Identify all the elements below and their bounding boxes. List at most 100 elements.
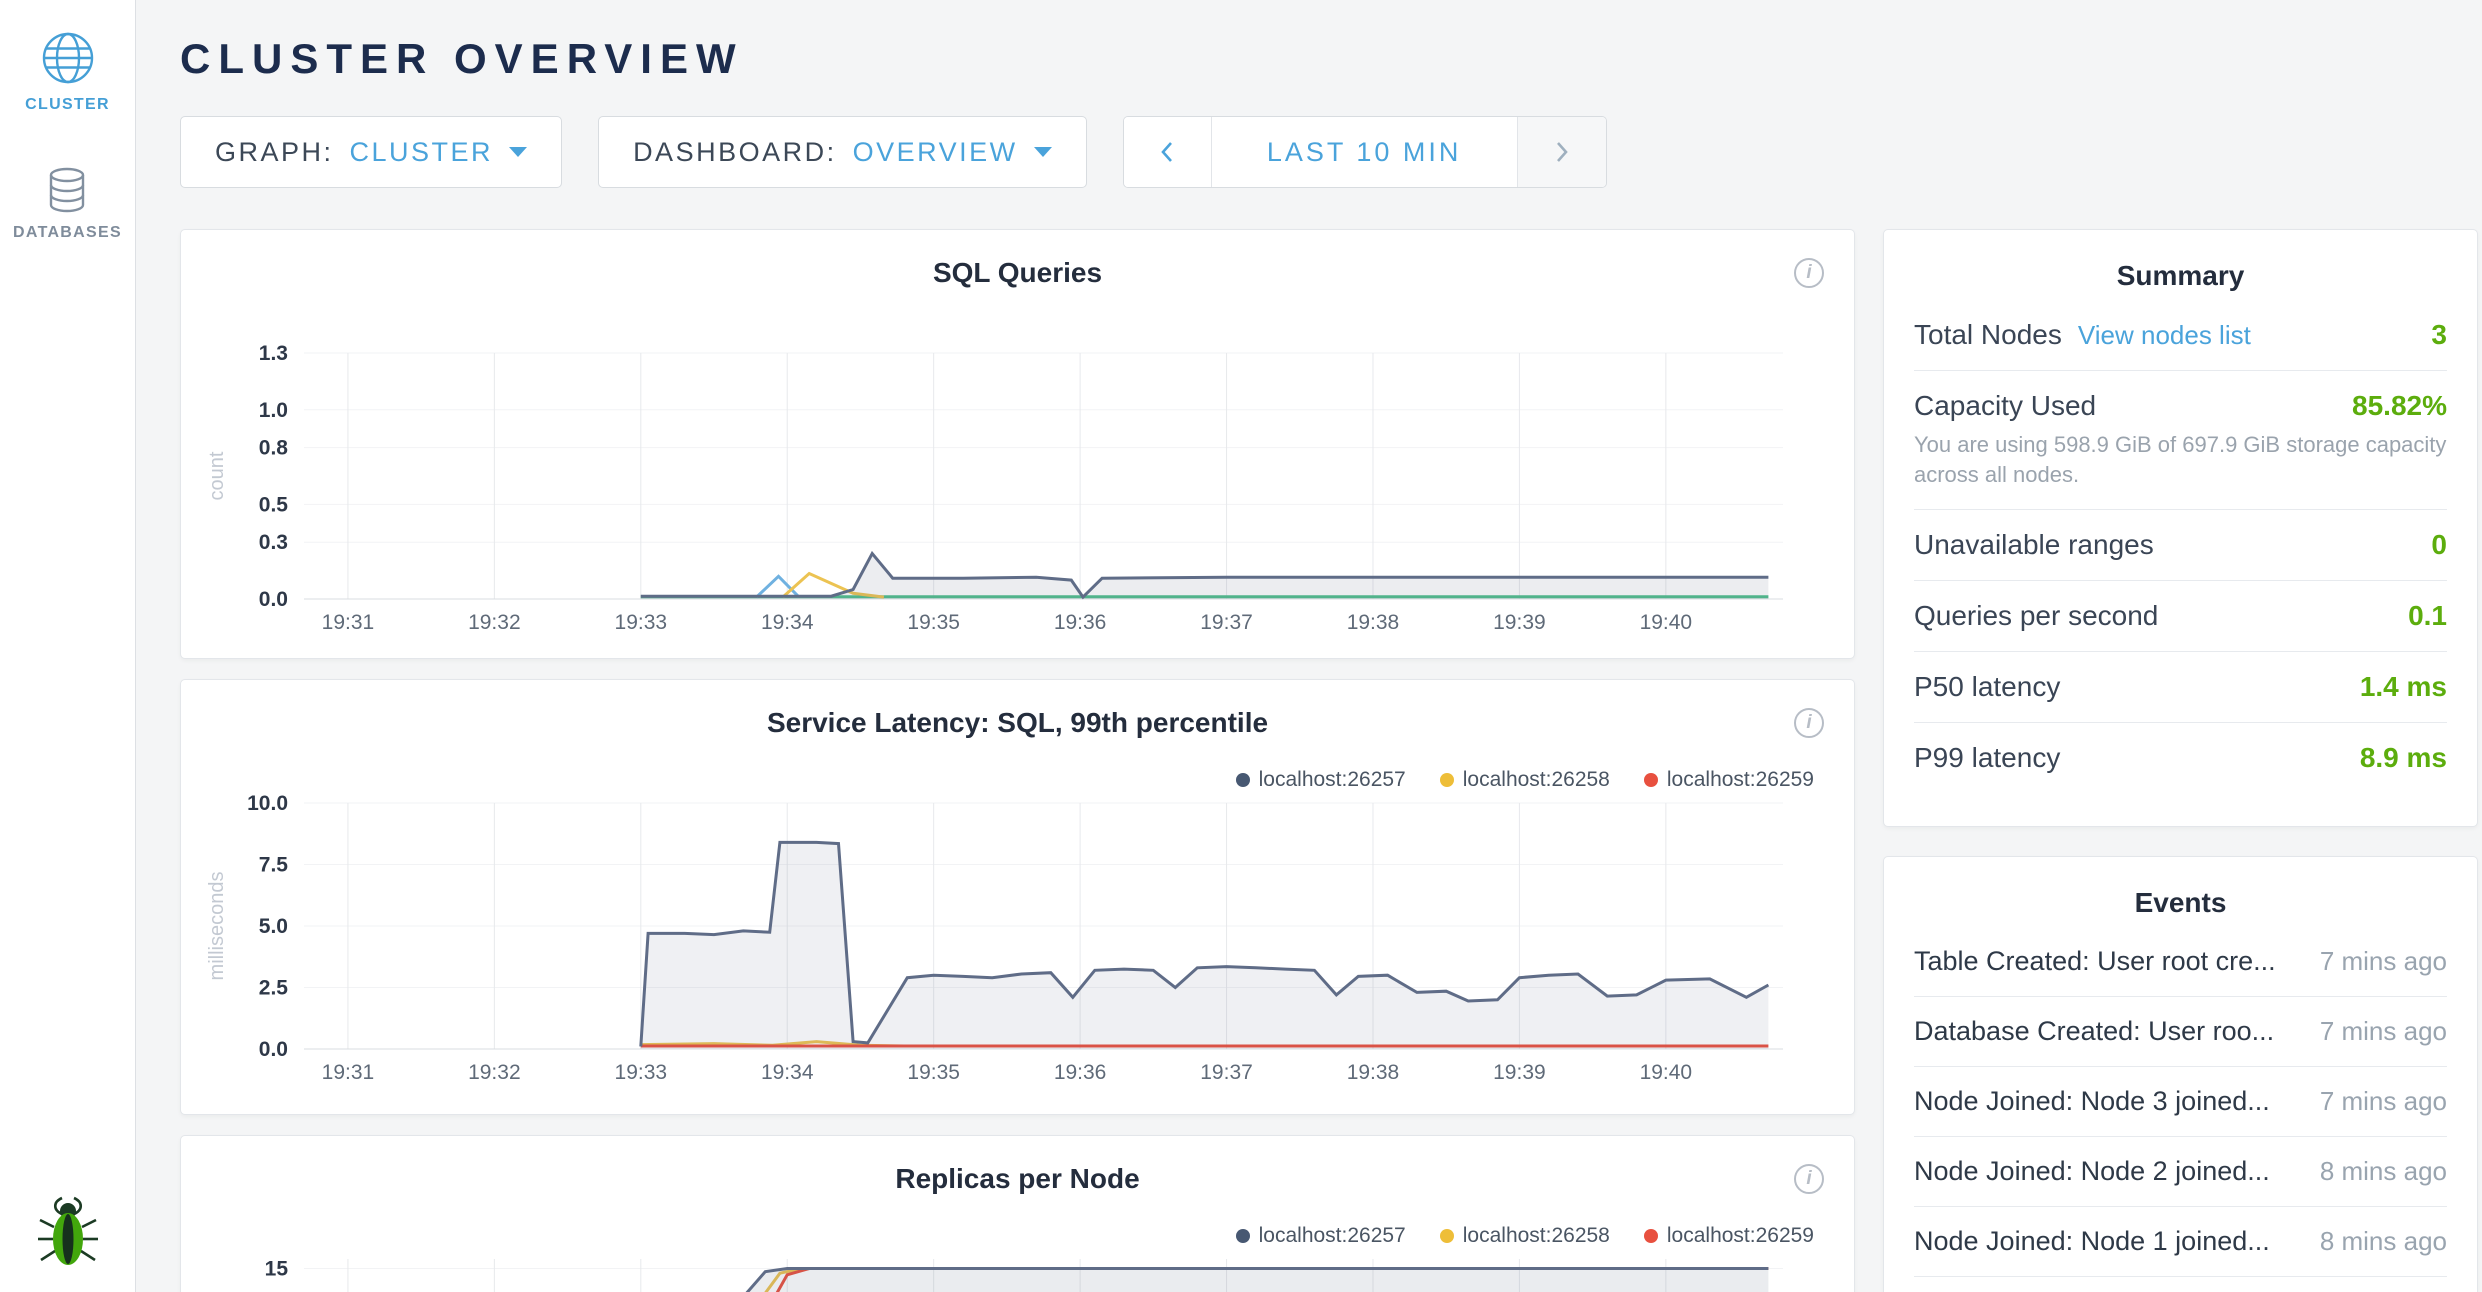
charts-column: SQL Queries i 0.00.30.50.81.01.319:3119:… xyxy=(180,229,1855,1292)
x-tick-label: 19:32 xyxy=(468,1061,521,1082)
x-tick-label: 19:38 xyxy=(1347,611,1400,632)
y-tick-label: 0.0 xyxy=(259,588,288,611)
sidebar-item-label: CLUSTER xyxy=(25,96,110,114)
sidebar-item-label: DATABASES xyxy=(13,224,122,242)
event-time: 8 mins ago xyxy=(2320,1156,2447,1187)
sidebar-item-cluster[interactable]: CLUSTER xyxy=(25,30,110,114)
y-axis-title: milliseconds xyxy=(206,872,228,981)
legend-dot-icon xyxy=(1236,773,1250,787)
event-row: Node Joined: Node 3 joined... 7 mins ago xyxy=(1914,1067,2447,1137)
legend-item: localhost:26257 xyxy=(1236,1224,1406,1248)
page-title: CLUSTER OVERVIEW xyxy=(180,35,2482,83)
chevron-left-icon xyxy=(1159,140,1175,164)
dashboard-content: SQL Queries i 0.00.30.50.81.01.319:3119:… xyxy=(180,229,2482,1292)
chart-legend: localhost:26257 localhost:26258 localhost:… xyxy=(1236,1224,1814,1248)
x-tick-label: 19:34 xyxy=(761,1061,814,1082)
service-latency-chart-card: Service Latency: SQL, 99th percentile i … xyxy=(180,679,1855,1115)
y-tick-label: 0.3 xyxy=(259,531,288,554)
time-range-widget: LAST 10 MIN xyxy=(1123,116,1607,188)
sidebar: CLUSTER DATABASES xyxy=(0,0,136,1292)
y-tick-label: 7.5 xyxy=(259,854,289,877)
y-tick-label: 15 xyxy=(265,1257,289,1280)
chevron-down-icon xyxy=(509,147,527,158)
series-area xyxy=(641,1269,1769,1292)
chevron-right-icon xyxy=(1554,140,1570,164)
y-tick-label: 0.8 xyxy=(259,437,289,460)
app-root: CLUSTER DATABASES xyxy=(0,0,2482,1292)
chart-title: SQL Queries xyxy=(203,256,1832,290)
event-text: Table Created: User root cre... xyxy=(1914,946,2276,977)
x-tick-label: 19:35 xyxy=(907,611,960,632)
summary-row-capacity-used: Capacity Used 85.82% You are using 598.9… xyxy=(1914,371,2447,510)
chevron-down-icon xyxy=(1034,147,1052,158)
time-prev-button[interactable] xyxy=(1124,117,1212,187)
view-nodes-list-link[interactable]: View nodes list xyxy=(2078,320,2251,351)
event-time: 7 mins ago xyxy=(2320,946,2447,977)
legend-item: localhost:26258 xyxy=(1440,1224,1610,1248)
x-tick-label: 19:37 xyxy=(1200,611,1253,632)
event-text: Node Joined: Node 2 joined... xyxy=(1914,1156,2270,1187)
globe-icon xyxy=(40,30,96,86)
legend-dot-icon xyxy=(1644,773,1658,787)
summary-label: Capacity Used xyxy=(1914,390,2096,422)
chart-title: Replicas per Node xyxy=(203,1162,1832,1196)
event-row: Database Created: User roo... 7 mins ago xyxy=(1914,997,2447,1067)
y-tick-label: 2.5 xyxy=(259,977,289,1000)
info-icon[interactable]: i xyxy=(1794,1164,1824,1194)
legend-dot-icon xyxy=(1644,1229,1658,1243)
cockroachdb-logo[interactable] xyxy=(36,1193,100,1274)
summary-value: 1.4 ms xyxy=(2360,671,2447,703)
summary-label: Unavailable ranges xyxy=(1914,529,2154,561)
events-title: Events xyxy=(1914,887,2447,919)
legend-item: localhost:26257 xyxy=(1236,768,1406,792)
event-time: 7 mins ago xyxy=(2320,1016,2447,1047)
dashboard-dropdown-value: OVERVIEW xyxy=(853,137,1018,168)
x-tick-label: 19:39 xyxy=(1493,1061,1546,1082)
legend-dot-icon xyxy=(1440,1229,1454,1243)
time-next-button[interactable] xyxy=(1518,117,1606,187)
info-icon[interactable]: i xyxy=(1794,708,1824,738)
summary-row-p99-latency: P99 latency 8.9 ms xyxy=(1914,723,2447,793)
x-tick-label: 19:37 xyxy=(1200,1061,1253,1082)
events-card: Events Table Created: User root cre... 7… xyxy=(1883,856,2478,1292)
info-icon[interactable]: i xyxy=(1794,258,1824,288)
legend-item: localhost:26259 xyxy=(1644,768,1814,792)
y-tick-label: 5.0 xyxy=(259,915,288,938)
y-tick-label: 1.3 xyxy=(259,342,288,365)
chart-legend: localhost:26257localhost:26258localhost:… xyxy=(1236,768,1814,792)
legend-dot-icon xyxy=(1440,773,1454,787)
series-area xyxy=(641,842,1769,1049)
dashboard-dropdown-label: DASHBOARD: xyxy=(633,137,837,168)
time-range-button[interactable]: LAST 10 MIN xyxy=(1212,117,1518,187)
sql-queries-chart-card: SQL Queries i 0.00.30.50.81.01.319:3119:… xyxy=(180,229,1855,659)
y-tick-label: 10.0 xyxy=(247,792,288,815)
event-time: 7 mins ago xyxy=(2320,1086,2447,1117)
sql-queries-chart[interactable]: 0.00.30.50.81.01.319:3119:3219:3319:3419… xyxy=(203,320,1834,632)
y-tick-label: 0.0 xyxy=(259,1038,288,1061)
y-axis-title: count xyxy=(206,451,228,500)
summary-card: Summary Total Nodes View nodes list 3 Ca… xyxy=(1883,229,2478,827)
summary-title: Summary xyxy=(1914,260,2447,292)
graph-dropdown[interactable]: GRAPH: CLUSTER xyxy=(180,116,562,188)
summary-value: 3 xyxy=(2431,319,2447,351)
sidebar-item-databases[interactable]: DATABASES xyxy=(13,166,122,242)
cockroach-icon xyxy=(36,1193,100,1269)
databases-icon xyxy=(44,166,90,214)
event-row: Node Joined: Node 2 joined... 8 mins ago xyxy=(1914,1137,2447,1207)
event-text: Node Joined: Node 1 joined... xyxy=(1914,1226,2270,1257)
x-tick-label: 19:33 xyxy=(615,611,668,632)
x-tick-label: 19:36 xyxy=(1054,611,1107,632)
summary-value: 85.82% xyxy=(2352,390,2447,422)
legend-item: localhost:26259 xyxy=(1644,1224,1814,1248)
dashboard-dropdown[interactable]: DASHBOARD: OVERVIEW xyxy=(598,116,1087,188)
event-text: Database Created: User roo... xyxy=(1914,1016,2274,1047)
summary-label: Total Nodes xyxy=(1914,319,2062,351)
summary-label: Queries per second xyxy=(1914,600,2158,632)
summary-row-p50-latency: P50 latency 1.4 ms xyxy=(1914,652,2447,723)
x-tick-label: 19:39 xyxy=(1493,611,1546,632)
chart-title: Service Latency: SQL, 99th percentile xyxy=(203,706,1832,740)
graph-dropdown-value: CLUSTER xyxy=(350,137,494,168)
capacity-subtext: You are using 598.9 GiB of 697.9 GiB sto… xyxy=(1914,430,2447,490)
service-latency-chart[interactable]: 0.02.55.07.510.019:3119:3219:3319:3419:3… xyxy=(203,770,1834,1082)
event-text: Node Joined: Node 3 joined... xyxy=(1914,1086,2270,1117)
